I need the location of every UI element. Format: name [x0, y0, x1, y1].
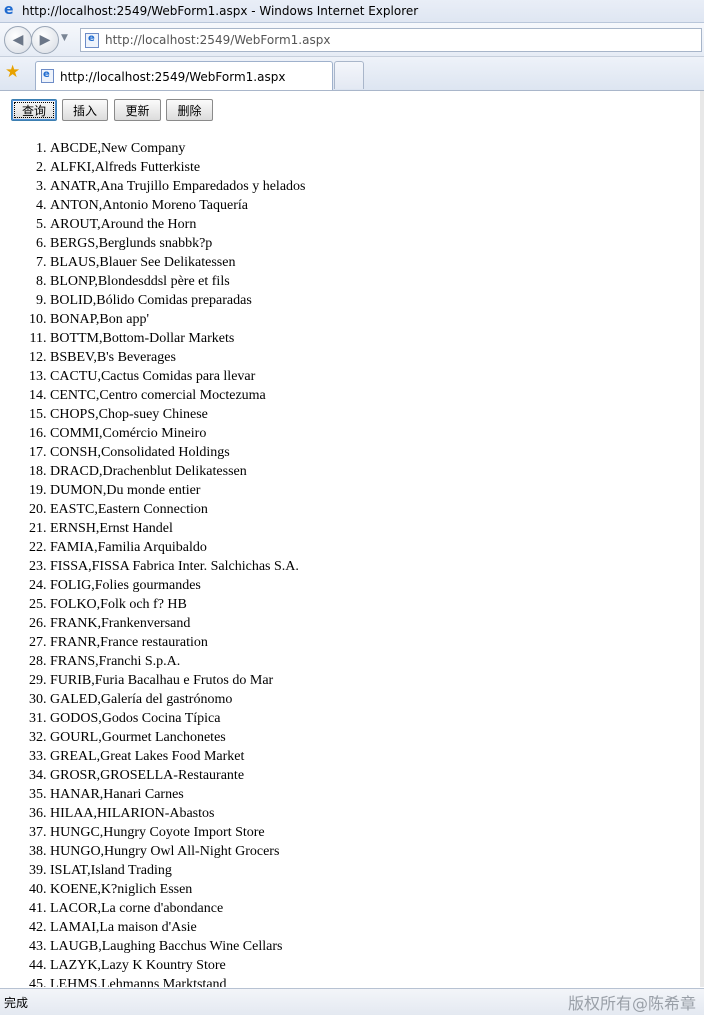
list-item: BONAP,Bon app': [50, 310, 305, 329]
status-text: 完成: [4, 996, 29, 1010]
customer-list: ABCDE,New CompanyALFKI,Alfreds Futterkis…: [0, 139, 305, 987]
list-item: CHOPS,Chop-suey Chinese: [50, 405, 305, 424]
list-item: ANTON,Antonio Moreno Taquería: [50, 196, 305, 215]
list-item: CONSH,Consolidated Holdings: [50, 443, 305, 462]
page-icon: e: [85, 33, 99, 48]
tab-label: http://localhost:2549/WebForm1.aspx: [60, 70, 286, 84]
list-item: BOTTM,Bottom-Dollar Markets: [50, 329, 305, 348]
watermark: 版权所有@陈希章: [567, 994, 696, 1013]
insert-button[interactable]: 插入: [62, 99, 108, 121]
tab-bar: ★ e http://localhost:2549/WebForm1.aspx: [0, 57, 704, 91]
list-item: BERGS,Berglunds snabbk?p: [50, 234, 305, 253]
back-arrow-icon: ◀: [12, 32, 24, 48]
new-tab-button[interactable]: [334, 61, 364, 89]
list-item: EASTC,Eastern Connection: [50, 500, 305, 519]
list-item: BLONP,Blondesddsl père et fils: [50, 272, 305, 291]
list-item: BLAUS,Blauer See Delikatessen: [50, 253, 305, 272]
query-button[interactable]: 查询: [11, 99, 57, 121]
list-item: HILAA,HILARION-Abastos: [50, 804, 305, 823]
list-item: FOLKO,Folk och f? HB: [50, 595, 305, 614]
page-content: 查询 插入 更新 删除 ABCDE,New CompanyALFKI,Alfre…: [0, 91, 700, 987]
address-url[interactable]: http://localhost:2549/WebForm1.aspx: [105, 33, 330, 47]
list-item: HUNGO,Hungry Owl All-Night Grocers: [50, 842, 305, 861]
list-item: FRANS,Franchi S.p.A.: [50, 652, 305, 671]
list-item: GREAL,Great Lakes Food Market: [50, 747, 305, 766]
list-item: ERNSH,Ernst Handel: [50, 519, 305, 538]
list-item: GODOS,Godos Cocina Típica: [50, 709, 305, 728]
list-item: DRACD,Drachenblut Delikatessen: [50, 462, 305, 481]
list-item: BOLID,Bólido Comidas preparadas: [50, 291, 305, 310]
list-item: AROUT,Around the Horn: [50, 215, 305, 234]
list-item: GALED,Galería del gastrónomo: [50, 690, 305, 709]
status-bar: 完成 版权所有@陈希章: [0, 988, 704, 1015]
list-item: ABCDE,New Company: [50, 139, 305, 158]
list-item: ANATR,Ana Trujillo Emparedados y helados: [50, 177, 305, 196]
ie-logo-icon: e: [4, 2, 14, 18]
delete-button[interactable]: 删除: [166, 99, 213, 121]
list-item: LEHMS,Lehmanns Marktstand: [50, 975, 305, 987]
list-item: LAUGB,Laughing Bacchus Wine Cellars: [50, 937, 305, 956]
list-item: KOENE,K?niglich Essen: [50, 880, 305, 899]
list-item: DUMON,Du monde entier: [50, 481, 305, 500]
list-item: FAMIA,Familia Arquibaldo: [50, 538, 305, 557]
list-item: BSBEV,B's Beverages: [50, 348, 305, 367]
list-item: FRANR,France restauration: [50, 633, 305, 652]
history-dropdown-icon[interactable]: ▼: [61, 33, 68, 43]
address-bar[interactable]: e http://localhost:2549/WebForm1.aspx: [80, 28, 702, 52]
list-item: LACOR,La corne d'abondance: [50, 899, 305, 918]
list-item: GOURL,Gourmet Lanchonetes: [50, 728, 305, 747]
vertical-scrollbar[interactable]: [700, 91, 704, 987]
page-icon: e: [41, 69, 54, 83]
list-item: FOLIG,Folies gourmandes: [50, 576, 305, 595]
list-item: HANAR,Hanari Carnes: [50, 785, 305, 804]
list-item: LAZYK,Lazy K Kountry Store: [50, 956, 305, 975]
forward-button[interactable]: ▶: [31, 26, 59, 54]
list-item: HUNGC,Hungry Coyote Import Store: [50, 823, 305, 842]
back-button[interactable]: ◀: [4, 26, 32, 54]
list-item: CACTU,Cactus Comidas para llevar: [50, 367, 305, 386]
window-title: http://localhost:2549/WebForm1.aspx - Wi…: [22, 4, 419, 18]
update-button[interactable]: 更新: [114, 99, 161, 121]
forward-arrow-icon: ▶: [39, 32, 51, 48]
favorites-star-icon[interactable]: ★: [5, 63, 20, 81]
tab-webform1[interactable]: e http://localhost:2549/WebForm1.aspx: [35, 61, 333, 90]
list-item: ALFKI,Alfreds Futterkiste: [50, 158, 305, 177]
list-item: LAMAI,La maison d'Asie: [50, 918, 305, 937]
list-item: GROSR,GROSELLA-Restaurante: [50, 766, 305, 785]
list-item: FISSA,FISSA Fabrica Inter. Salchichas S.…: [50, 557, 305, 576]
list-item: ISLAT,Island Trading: [50, 861, 305, 880]
list-item: FURIB,Furia Bacalhau e Frutos do Mar: [50, 671, 305, 690]
navigation-bar: ◀ ▶ ▼ e http://localhost:2549/WebForm1.a…: [0, 23, 704, 57]
list-item: CENTC,Centro comercial Moctezuma: [50, 386, 305, 405]
window-titlebar: e http://localhost:2549/WebForm1.aspx - …: [0, 0, 704, 23]
list-item: COMMI,Comércio Mineiro: [50, 424, 305, 443]
list-item: FRANK,Frankenversand: [50, 614, 305, 633]
